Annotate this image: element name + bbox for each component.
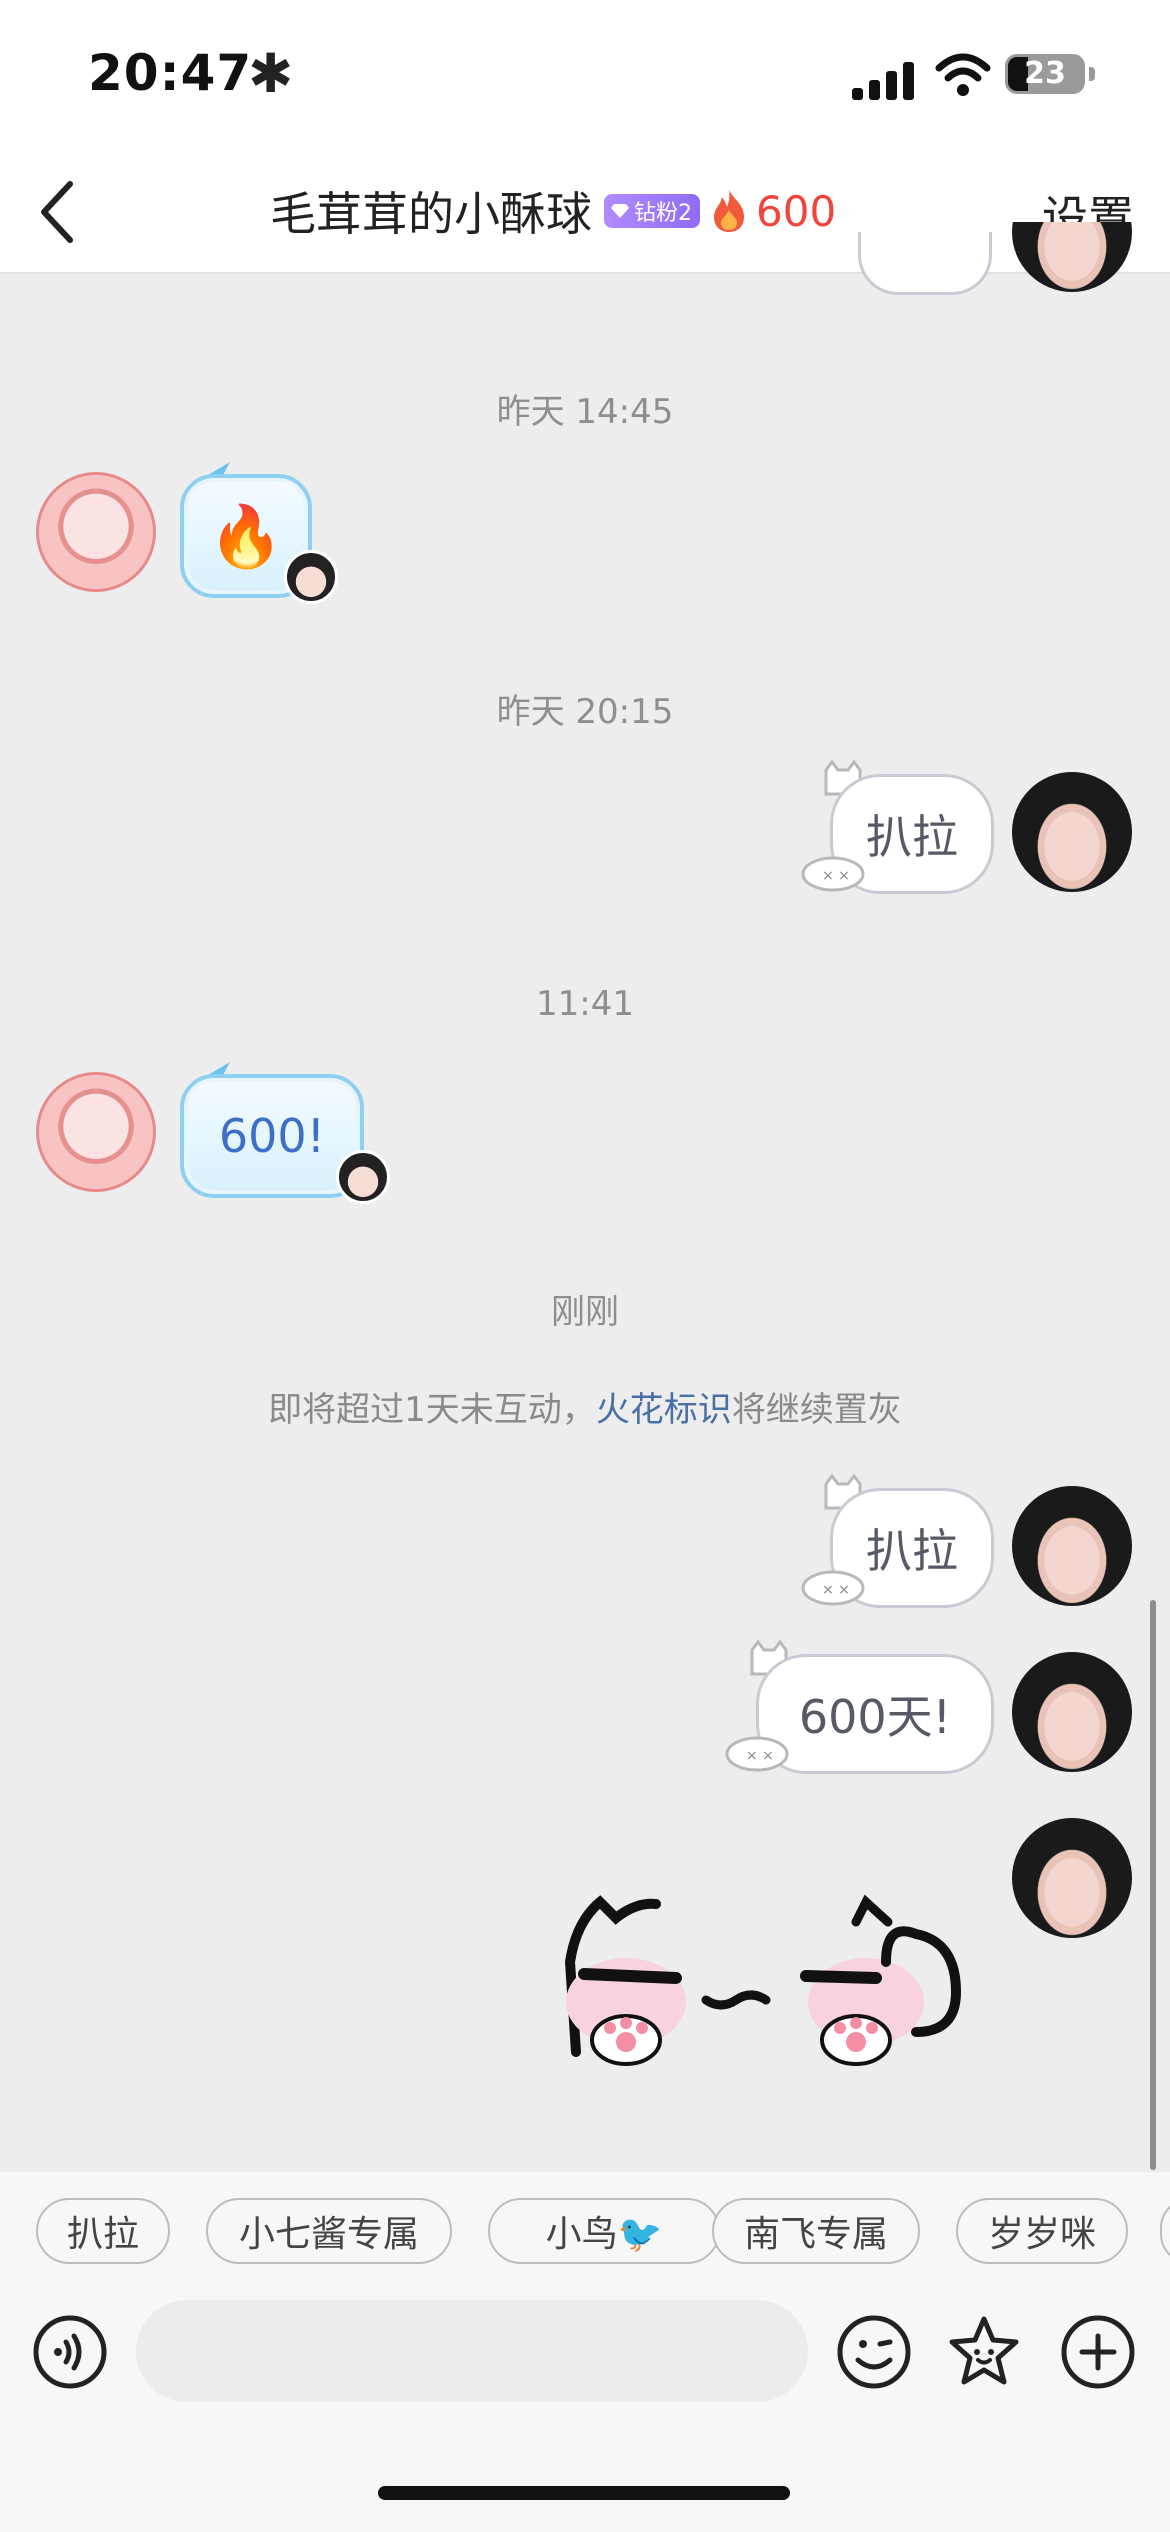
home-indicator[interactable] bbox=[378, 2486, 790, 2500]
message-text: 🔥 bbox=[208, 501, 284, 572]
sticker-icon[interactable] bbox=[946, 2314, 1022, 2390]
message-input[interactable] bbox=[136, 2300, 808, 2402]
quick-reply-chip[interactable]: 岁岁咪 bbox=[956, 2198, 1128, 2264]
cat-paws-sticker[interactable] bbox=[556, 1882, 986, 2072]
message-text: 扒拉 bbox=[866, 1524, 958, 1578]
fire-streak-count: 600 bbox=[756, 186, 837, 236]
bubble-decoration-face bbox=[336, 1150, 390, 1204]
diamond-icon bbox=[611, 204, 629, 218]
fire-icon bbox=[714, 190, 744, 232]
avatar-self[interactable] bbox=[1012, 772, 1132, 892]
chat-scrollbar[interactable] bbox=[1150, 1600, 1156, 2170]
cat-sticker-icon: × × bbox=[801, 1570, 865, 1606]
chip-label: 岁岁咪 bbox=[987, 2214, 1096, 2255]
chip-label: 小鸟🐦 bbox=[545, 2214, 663, 2255]
input-bar bbox=[0, 2276, 1170, 2532]
avatar-self[interactable] bbox=[1012, 1818, 1132, 1938]
cat-sticker-icon: × × bbox=[725, 1736, 789, 1772]
cat-sticker-icon: × × bbox=[801, 856, 865, 892]
timestamp: 昨天 14:45 bbox=[496, 392, 674, 432]
fire-mark-link[interactable]: 火花标识 bbox=[596, 1390, 732, 1430]
badge-label: 钻粉2 bbox=[634, 201, 692, 226]
svg-text:× ×: × × bbox=[822, 1582, 850, 1598]
system-notice: 即将超过1天未互动，火花标识将继续置灰 bbox=[0, 1382, 1170, 1431]
svg-text:× ×: × × bbox=[822, 868, 850, 884]
wifi-icon bbox=[935, 53, 991, 96]
status-time: 20:47 bbox=[88, 44, 253, 102]
quick-reply-chip[interactable]: 小七酱专属 bbox=[206, 2198, 452, 2264]
avatar-self[interactable] bbox=[1012, 1486, 1132, 1606]
chip-label: 小七酱专属 bbox=[238, 2214, 419, 2255]
emoji-icon[interactable] bbox=[836, 2314, 912, 2390]
chat-title: 毛茸茸的小酥球 bbox=[270, 187, 592, 241]
timestamp: 昨天 20:15 bbox=[496, 692, 674, 732]
voice-icon[interactable] bbox=[32, 2314, 108, 2390]
timestamp: 刚刚 bbox=[551, 1292, 619, 1332]
asterisk-icon: ✱ bbox=[248, 42, 294, 105]
svg-text:× ×: × × bbox=[746, 1748, 774, 1764]
fan-level-badge: 钻粉2 bbox=[604, 194, 700, 228]
avatar-other[interactable] bbox=[36, 1072, 156, 1192]
quick-reply-chip[interactable]: 扒拉 bbox=[36, 2198, 170, 2264]
status-bar: 20:47 ✱ 23 bbox=[0, 0, 1170, 150]
chip-label: 扒拉 bbox=[66, 2214, 139, 2255]
message-text: 600天! bbox=[798, 1690, 952, 1744]
partial-message-bubble bbox=[858, 232, 992, 295]
battery-icon: 23 bbox=[1005, 54, 1085, 94]
cellular-signal-icon bbox=[852, 60, 916, 100]
plus-icon[interactable] bbox=[1060, 2314, 1136, 2390]
battery-tip bbox=[1089, 67, 1095, 81]
message-text: 600! bbox=[218, 1109, 326, 1163]
system-notice-suffix: 将继续置灰 bbox=[731, 1390, 902, 1430]
back-chevron-icon[interactable] bbox=[30, 172, 90, 252]
timestamp: 11:41 bbox=[536, 984, 634, 1024]
message-text: 扒拉 bbox=[866, 810, 958, 864]
bubble-decoration-face bbox=[284, 550, 338, 604]
quick-reply-chip[interactable]: 南飞专属 bbox=[712, 2198, 920, 2264]
chat-header: 毛茸茸的小酥球 钻粉2 600 设置 bbox=[0, 150, 1170, 274]
battery-level: 23 bbox=[1024, 56, 1066, 91]
quick-reply-chip-partial[interactable] bbox=[1160, 2198, 1170, 2264]
avatar-self[interactable] bbox=[1012, 1652, 1132, 1772]
chip-label: 南飞专属 bbox=[743, 2214, 888, 2255]
title-group: 毛茸茸的小酥球 钻粉2 600 bbox=[270, 178, 836, 244]
avatar-other[interactable] bbox=[36, 472, 156, 592]
quick-reply-bar: 扒拉 小七酱专属 小鸟🐦 南飞专属 岁岁咪 bbox=[0, 2172, 1170, 2276]
quick-reply-chip[interactable]: 小鸟🐦 bbox=[488, 2198, 720, 2264]
system-notice-prefix: 即将超过1天未互动， bbox=[268, 1390, 596, 1430]
